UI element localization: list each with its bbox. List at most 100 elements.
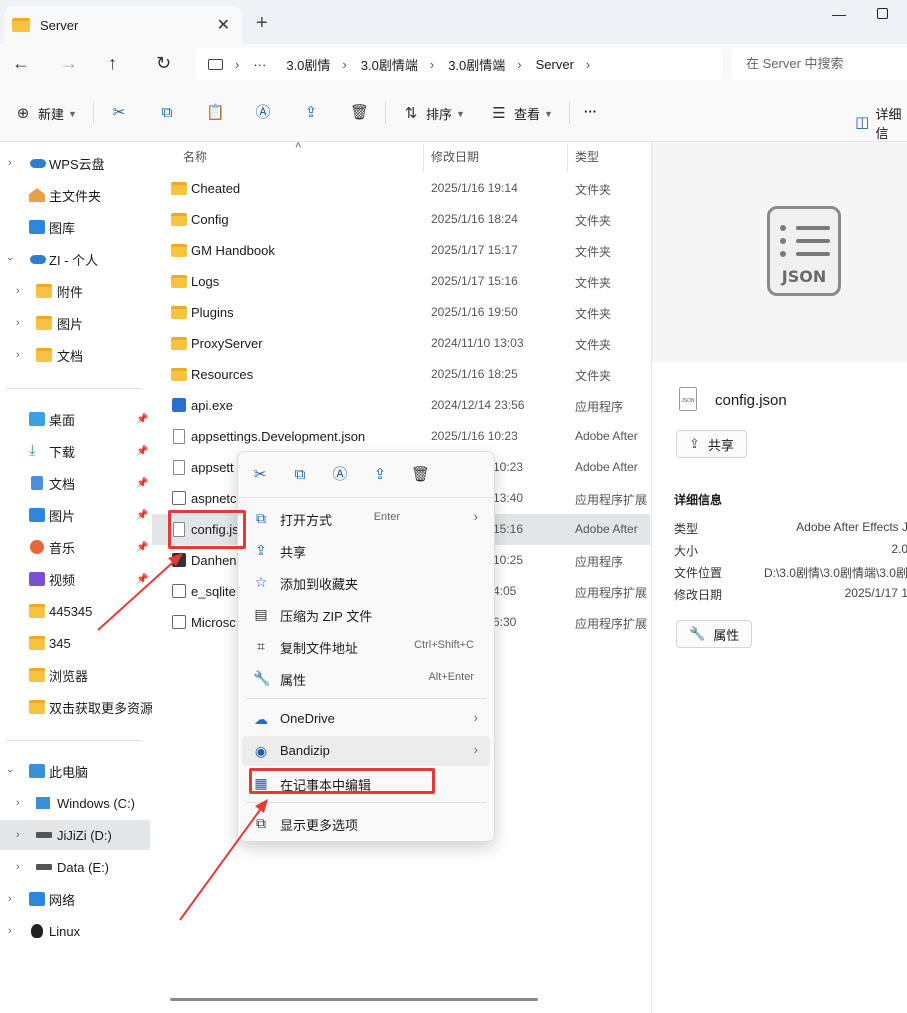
menu-item-open-with[interactable]: ⧉ 打开方式 Enter › <box>242 503 490 533</box>
table-row[interactable]: api.exe 2024/12/14 23:56 应用程序 <box>152 390 650 421</box>
menu-item-copy-path[interactable]: ⌗ 复制文件地址 Ctrl+Shift+C <box>242 631 490 661</box>
breadcrumb-item[interactable]: 3.0剧情端 <box>448 55 505 74</box>
breadcrumb-item[interactable]: Server <box>536 57 574 72</box>
linux-icon <box>31 924 43 938</box>
menu-item-bandizip[interactable]: ◉ Bandizip › <box>242 736 490 766</box>
sidebar-item-desktop[interactable]: 桌面 📌 <box>0 404 150 434</box>
breadcrumb-ellipsis[interactable]: ··· <box>253 57 266 72</box>
menu-item-share[interactable]: ⇪ 共享 <box>242 535 490 565</box>
chevron-right-icon[interactable]: › <box>8 157 12 169</box>
column-header-name[interactable]: 名称 <box>183 148 207 165</box>
view-button[interactable]: ☰ 查看 ▼ <box>490 104 553 123</box>
chevron-right-icon[interactable]: › <box>8 893 12 905</box>
table-row[interactable]: Logs 2025/1/17 15:16 文件夹 <box>152 266 650 297</box>
menu-item-show-more[interactable]: ⧉ 显示更多选项 <box>242 808 490 838</box>
table-row[interactable]: ProxyServer 2024/11/10 13:03 文件夹 <box>152 328 650 359</box>
column-divider[interactable] <box>423 144 424 172</box>
sidebar-item-pictures-sub[interactable]: › 图片 <box>0 308 150 338</box>
table-row[interactable]: Resources 2025/1/16 18:25 文件夹 <box>152 359 650 390</box>
sidebar-item-more-resources[interactable]: 双击获取更多资源 <box>0 692 153 722</box>
scissors-icon[interactable]: ✂ <box>251 466 269 484</box>
sidebar-item-documents[interactable]: 文档 📌 <box>0 468 150 498</box>
close-tab-icon[interactable]: ✕ <box>217 15 230 35</box>
sidebar-item-zi-personal[interactable]: › ZI - 个人 <box>0 244 150 274</box>
back-arrow-icon[interactable]: ← <box>12 53 30 74</box>
refresh-icon[interactable]: ↻ <box>156 53 171 74</box>
sidebar-item-drive-d[interactable]: › JiJiZi (D:) <box>0 820 150 850</box>
chevron-right-icon[interactable]: › <box>16 349 20 361</box>
chevron-right-icon[interactable]: › <box>8 925 12 937</box>
sidebar-item-downloads[interactable]: ⤓ 下载 📌 <box>0 436 150 466</box>
new-tab-button[interactable]: + <box>256 12 268 35</box>
sidebar-item-linux[interactable]: › Linux <box>0 916 150 946</box>
delete-button[interactable]: 🗑 <box>350 104 369 122</box>
breadcrumb-item[interactable]: 3.0剧情端 <box>361 55 418 74</box>
table-row[interactable]: Cheated 2025/1/16 19:14 文件夹 <box>152 173 650 204</box>
rename-button[interactable]: Ⓐ <box>254 104 272 122</box>
sidebar-item-attachments[interactable]: › 附件 <box>0 276 150 306</box>
sidebar-item-345[interactable]: 345 <box>0 628 150 658</box>
new-button[interactable]: ⊕ 新建 ▼ <box>14 104 77 123</box>
navigation-bar: ← → ↑ ↻ › ··· 3.0剧情 › 3.0剧情端 › 3.0剧情端 › … <box>0 44 907 84</box>
trash-icon[interactable]: 🗑 <box>411 466 430 484</box>
chevron-right-icon[interactable]: › <box>16 829 20 841</box>
tab-server[interactable]: Server ✕ <box>4 6 242 44</box>
share-button[interactable]: ⇪ 共享 <box>676 430 747 458</box>
more-button[interactable]: ··· <box>584 104 597 119</box>
paste-button[interactable]: 📋 <box>206 104 225 122</box>
chevron-right-icon[interactable]: › <box>16 861 20 873</box>
share-button[interactable]: ⇪ <box>302 104 320 122</box>
menu-item-properties[interactable]: 🔧 属性 Alt+Enter <box>242 663 490 693</box>
horizontal-scrollbar[interactable] <box>170 998 538 1001</box>
sidebar-item-music[interactable]: 音乐 📌 <box>0 532 150 562</box>
sidebar-item-documents-sub[interactable]: › 文档 <box>0 340 150 370</box>
sidebar-item-videos[interactable]: 视频 📌 <box>0 564 150 594</box>
table-row[interactable]: Plugins 2025/1/16 19:50 文件夹 <box>152 297 650 328</box>
search-input[interactable]: 在 Server 中搜索 <box>732 48 907 80</box>
sort-button[interactable]: ⇅ 排序 ▼ <box>402 104 465 123</box>
rename-icon[interactable]: Ⓐ <box>331 466 349 484</box>
folder-icon <box>29 700 45 714</box>
table-row[interactable]: GM Handbook 2025/1/17 15:17 文件夹 <box>152 235 650 266</box>
chevron-right-icon: › <box>473 742 478 757</box>
list-line <box>796 226 830 230</box>
menu-item-add-favorites[interactable]: ☆ 添加到收藏夹 <box>242 567 490 597</box>
properties-button[interactable]: 🔧 属性 <box>676 620 753 648</box>
minimize-button[interactable]: — <box>832 6 846 22</box>
sidebar-divider <box>6 388 142 389</box>
copy-path-icon: ⌗ <box>257 638 265 654</box>
chevron-down-icon[interactable]: › <box>4 257 16 261</box>
sidebar-item-browser[interactable]: 浏览器 <box>0 660 150 690</box>
folder-icon <box>171 306 187 319</box>
column-header-type[interactable]: 类型 <box>575 148 599 165</box>
sidebar-item-this-pc[interactable]: › 此电脑 <box>0 756 150 786</box>
share-icon[interactable]: ⇪ <box>371 466 389 484</box>
sidebar-item-drive-e[interactable]: › Data (E:) <box>0 852 150 882</box>
table-row[interactable]: Config 2025/1/16 18:24 文件夹 <box>152 204 650 235</box>
breadcrumb-item[interactable]: 3.0剧情 <box>286 55 330 74</box>
sidebar-item-network[interactable]: › 网络 <box>0 884 150 914</box>
column-header-date[interactable]: 修改日期 <box>431 148 479 165</box>
copy-icon[interactable]: ⧉ <box>291 466 309 484</box>
menu-item-onedrive[interactable]: ☁ OneDrive › <box>242 704 490 734</box>
sidebar-item-pictures[interactable]: 图片 📌 <box>0 500 150 530</box>
chevron-right-icon[interactable]: › <box>16 797 20 809</box>
up-arrow-icon[interactable]: ↑ <box>108 53 117 74</box>
maximize-button[interactable] <box>877 8 888 19</box>
sidebar-item-home[interactable]: 主文件夹 <box>0 180 150 210</box>
sidebar-item-drive-c[interactable]: › Windows (C:) <box>0 788 150 818</box>
menu-item-compress-zip[interactable]: ▤ 压缩为 ZIP 文件 <box>242 599 490 629</box>
sidebar-item-gallery[interactable]: 图库 <box>0 212 150 242</box>
chevron-right-icon[interactable]: › <box>16 317 20 329</box>
forward-arrow-icon[interactable]: → <box>60 53 78 74</box>
address-bar[interactable]: › ··· 3.0剧情 › 3.0剧情端 › 3.0剧情端 › Server › <box>196 48 723 80</box>
table-row[interactable]: appsettings.Development.json 2025/1/16 1… <box>152 421 650 452</box>
column-divider[interactable] <box>567 144 568 172</box>
sidebar-item-wps-cloud[interactable]: › WPS云盘 <box>0 148 150 178</box>
chevron-right-icon[interactable]: › <box>16 285 20 297</box>
details-pane-button[interactable]: ◫ 详细信 <box>855 104 907 142</box>
sidebar-item-445345[interactable]: 445345 <box>0 596 150 626</box>
cut-button[interactable]: ✂ <box>110 104 128 122</box>
copy-button[interactable]: ⧉ <box>158 104 176 122</box>
chevron-down-icon[interactable]: › <box>4 769 16 773</box>
